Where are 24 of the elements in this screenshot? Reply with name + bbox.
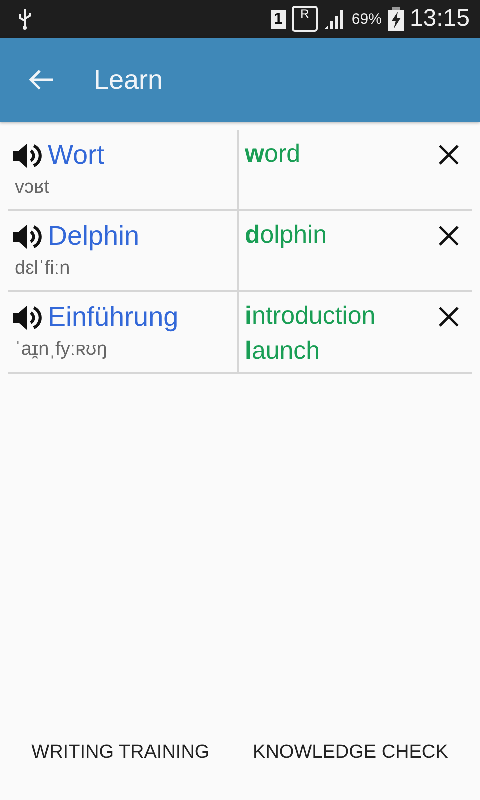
battery-percent: 69%: [352, 10, 382, 28]
phonetic-transcription: ˈaɪ̯nˌfyːʀʊŋ: [14, 339, 108, 361]
german-word: Wort: [48, 140, 105, 171]
translation: introduction: [245, 302, 377, 331]
speaker-icon[interactable]: [12, 142, 42, 168]
roaming-signal-icon: R: [292, 6, 318, 32]
clock: 13:15: [410, 5, 470, 33]
screen-title: Learn: [94, 64, 164, 96]
german-word: Einführung: [48, 302, 179, 333]
speaker-icon[interactable]: [12, 304, 42, 330]
action-button[interactable]: WRITING TRAINING: [26, 734, 216, 772]
sim-badge: 1: [271, 10, 286, 28]
action-button[interactable]: KNOWLEDGE CHECK: [247, 734, 454, 772]
german-word: Delphin: [48, 221, 140, 252]
translation: word: [245, 140, 302, 169]
speaker-icon[interactable]: [12, 224, 42, 250]
back-arrow-icon[interactable]: [28, 69, 54, 91]
battery-charging-icon: [388, 7, 404, 31]
phonetic-transcription: vɔʁt: [14, 177, 51, 199]
usb-icon: [18, 8, 32, 30]
phonetic-transcription: dɛlˈfiːn: [14, 258, 72, 280]
signal-icon: [324, 8, 346, 30]
translation: launch: [245, 337, 322, 366]
translation: dolphin: [245, 221, 328, 250]
